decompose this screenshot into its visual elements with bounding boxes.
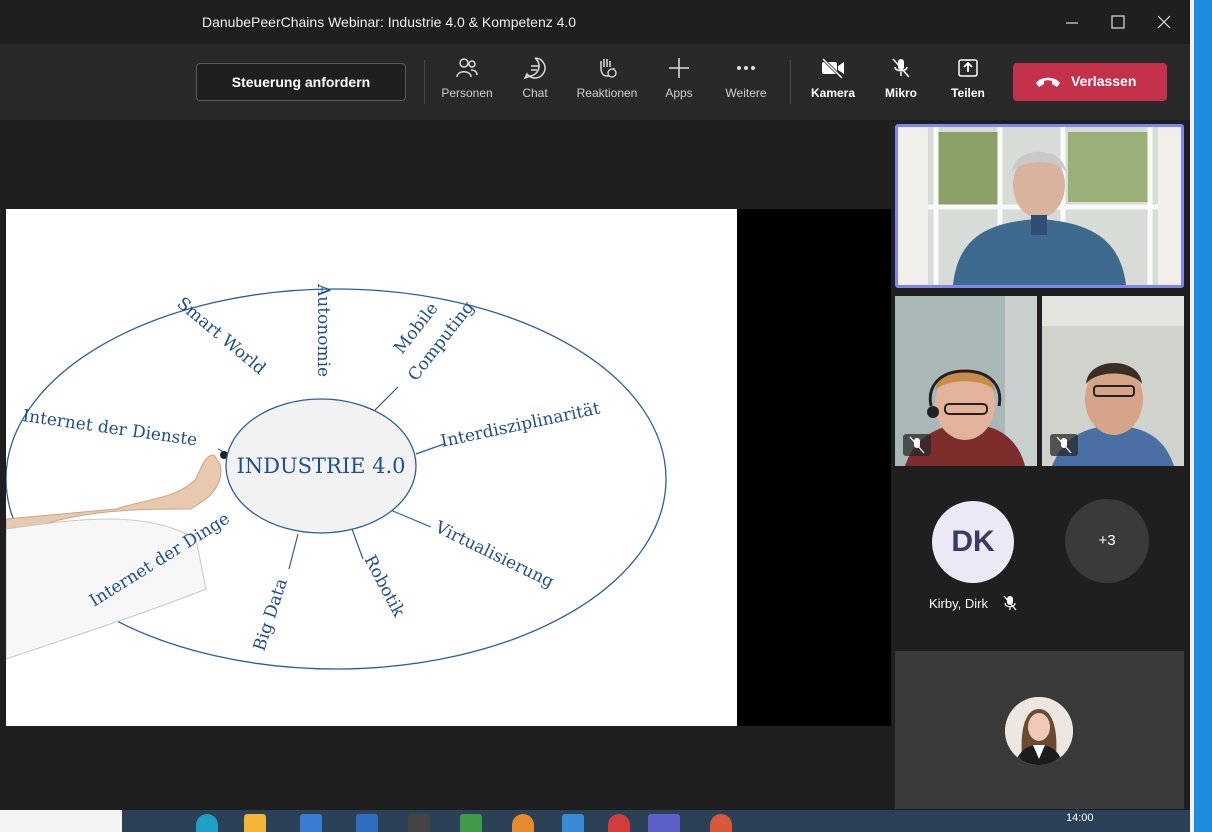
more-button[interactable]: Weitere bbox=[711, 54, 781, 114]
taskbar: 14:00 bbox=[0, 810, 1190, 832]
mindmap-center: INDUSTRIE 4.0 bbox=[236, 454, 405, 478]
teams-icon[interactable] bbox=[648, 814, 680, 832]
participant-avatar-dk[interactable]: DK bbox=[932, 501, 1014, 583]
minimize-button[interactable] bbox=[1052, 6, 1092, 38]
leave-label: Verlassen bbox=[1071, 73, 1137, 89]
reactions-button[interactable]: Reaktionen bbox=[572, 54, 642, 114]
taskbar-search-box[interactable] bbox=[0, 810, 122, 832]
app-icon[interactable] bbox=[512, 814, 534, 832]
presentation-slide: INDUSTRIE 4.0 Smart World Autonomie Mobi… bbox=[6, 209, 737, 726]
file-explorer-icon[interactable] bbox=[244, 814, 266, 832]
request-control-button[interactable]: Steuerung anfordern bbox=[196, 63, 406, 101]
minimize-icon bbox=[1066, 22, 1078, 24]
participant-name: Kirby, Dirk bbox=[929, 596, 988, 611]
camera-off-icon bbox=[821, 57, 844, 80]
toolbar-divider bbox=[424, 60, 425, 104]
title-bar: DanubePeerChains Webinar: Industrie 4.0 … bbox=[0, 0, 1190, 44]
window-edge bbox=[1190, 0, 1194, 832]
app-icon[interactable] bbox=[710, 814, 732, 832]
mic-label: Mikro bbox=[884, 86, 917, 100]
spoke-virtualisierung: Virtualisierung bbox=[431, 517, 557, 592]
taskbar-clock[interactable]: 14:00 bbox=[1066, 812, 1094, 824]
speaker-video-feed bbox=[898, 127, 1181, 285]
outlook-icon[interactable] bbox=[562, 814, 584, 832]
chat-label: Chat bbox=[522, 86, 548, 100]
camera-label: Kamera bbox=[810, 86, 856, 100]
more-icon bbox=[737, 66, 755, 70]
excel-icon[interactable] bbox=[460, 814, 482, 832]
plus-icon bbox=[669, 58, 689, 78]
letterbox-area bbox=[737, 209, 891, 726]
apps-label: Apps bbox=[665, 86, 693, 100]
more-participants-button[interactable]: +3 bbox=[1065, 499, 1149, 583]
people-button[interactable]: Personen bbox=[432, 54, 502, 114]
more-label: Weitere bbox=[725, 86, 767, 100]
industrie-mindmap: INDUSTRIE 4.0 Smart World Autonomie Mobi… bbox=[6, 283, 667, 670]
participant-1-mute-badge bbox=[903, 434, 931, 456]
spoke-internet-der-dienste: Internet der Dienste bbox=[21, 406, 198, 450]
leave-button[interactable]: Verlassen bbox=[1013, 63, 1167, 101]
window-title: DanubePeerChains Webinar: Industrie 4.0 … bbox=[202, 14, 577, 30]
mic-off-icon bbox=[909, 436, 925, 454]
reactions-label: Reaktionen bbox=[576, 86, 638, 100]
spoke-big-data: Big Data bbox=[250, 576, 292, 653]
spoke-smart-world: Smart World bbox=[173, 294, 270, 380]
meeting-toolbar: Steuerung anfordern Personen Chat Reakti… bbox=[0, 44, 1190, 120]
chrome-icon[interactable] bbox=[608, 814, 630, 832]
app-icon[interactable] bbox=[408, 814, 430, 832]
shared-screen: INDUSTRIE 4.0 Smart World Autonomie Mobi… bbox=[6, 120, 891, 810]
mic-off-icon bbox=[1003, 595, 1017, 611]
participant-video-2[interactable] bbox=[1042, 296, 1184, 466]
chat-button[interactable]: Chat bbox=[500, 54, 570, 114]
mic-off-icon bbox=[1056, 436, 1072, 454]
active-speaker-video[interactable] bbox=[895, 124, 1184, 288]
camera-toggle[interactable]: Kamera bbox=[798, 54, 868, 114]
participant-photo-avatar bbox=[1005, 697, 1073, 765]
participant-panel: DK +3 Kirby, Dirk bbox=[891, 120, 1190, 810]
word-icon[interactable] bbox=[356, 814, 378, 832]
spoke-autonomie: Autonomie bbox=[313, 283, 333, 377]
spoke-robotik: Robotik bbox=[360, 552, 409, 621]
participant-2-mute-badge bbox=[1050, 434, 1078, 456]
maximize-icon bbox=[1111, 15, 1125, 29]
toolbar-divider bbox=[790, 60, 791, 104]
mic-off-icon bbox=[892, 58, 910, 78]
raise-hand-icon bbox=[600, 59, 617, 78]
participant-tile-photo[interactable] bbox=[895, 651, 1184, 809]
maximize-button[interactable] bbox=[1098, 6, 1138, 38]
share-button[interactable]: Teilen bbox=[933, 54, 1003, 114]
participant-video-1[interactable] bbox=[895, 296, 1037, 466]
people-label: Personen bbox=[441, 86, 493, 100]
store-icon[interactable] bbox=[300, 814, 322, 832]
edge-icon[interactable] bbox=[196, 814, 218, 832]
hang-up-icon bbox=[1036, 77, 1060, 87]
chat-icon bbox=[523, 57, 546, 80]
mic-toggle[interactable]: Mikro bbox=[866, 54, 936, 114]
profile-photo bbox=[1005, 697, 1073, 765]
spoke-interdisziplinaritaet: Interdisziplinarität bbox=[439, 399, 602, 452]
close-icon bbox=[1157, 15, 1171, 29]
apps-button[interactable]: Apps bbox=[644, 54, 714, 114]
people-icon bbox=[456, 58, 478, 78]
share-label: Teilen bbox=[951, 86, 985, 100]
close-button[interactable] bbox=[1144, 6, 1184, 38]
share-tray-icon bbox=[958, 59, 978, 77]
